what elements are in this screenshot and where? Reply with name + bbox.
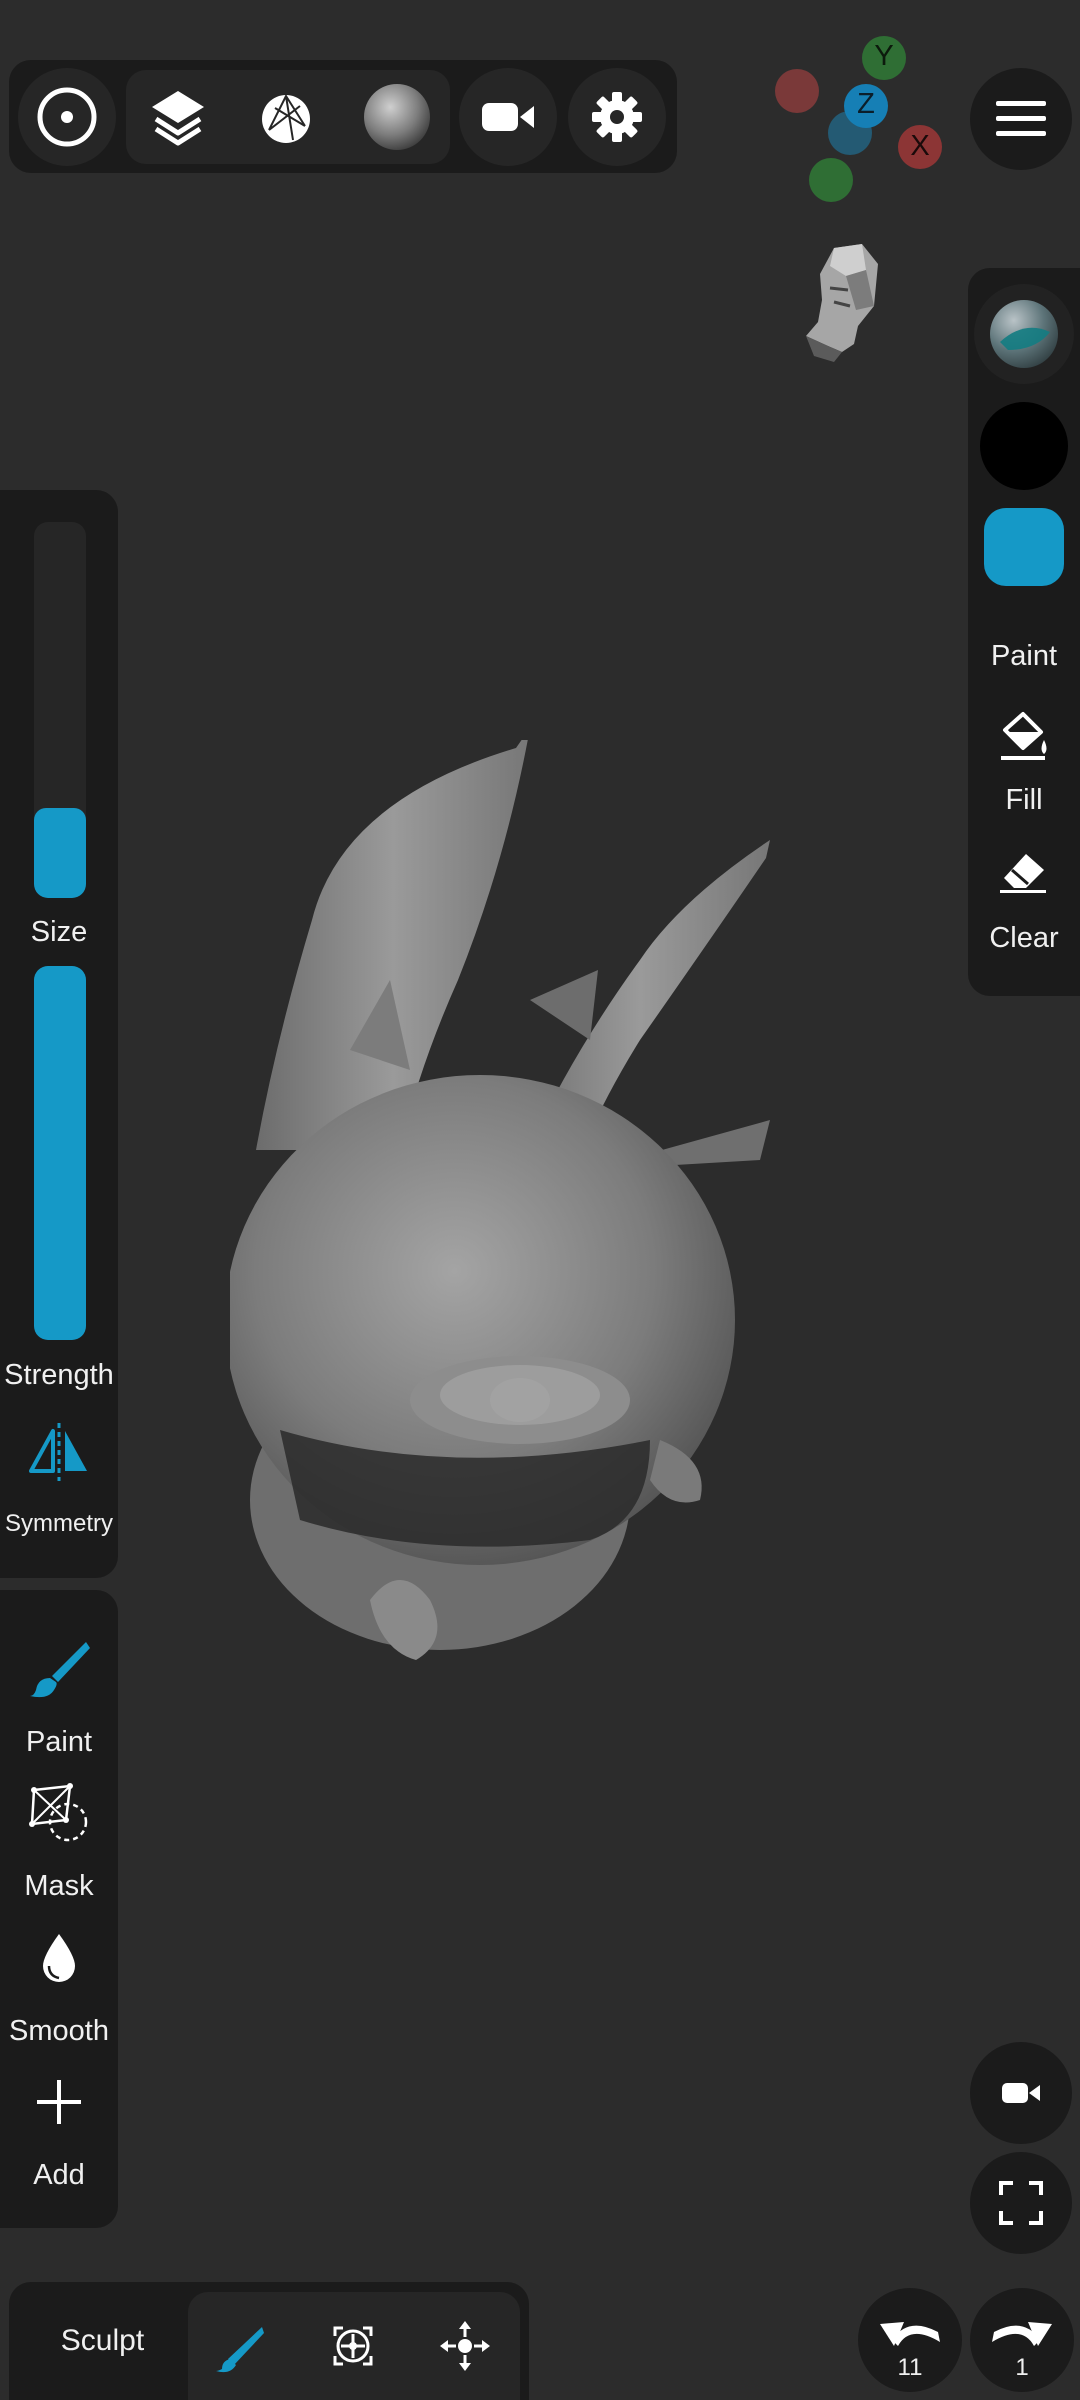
- paint-tool-label: Paint: [25, 1726, 93, 1758]
- undo-count: 11: [897, 2354, 923, 2381]
- brush-icon: [30, 1642, 90, 1698]
- material-button[interactable]: [350, 70, 444, 164]
- eraser-icon: [1000, 854, 1046, 893]
- mask-tool-label: Mask: [24, 1870, 94, 1902]
- clear-label: Clear: [989, 922, 1059, 954]
- move-arrows-icon: [440, 2321, 490, 2371]
- settings-button[interactable]: [568, 68, 666, 166]
- matcap-sphere-icon: [990, 300, 1058, 368]
- strength-slider-fill: [34, 966, 86, 1340]
- strength-label: Strength: [4, 1359, 114, 1391]
- redo-count: 1: [1015, 2354, 1029, 2381]
- menu-button[interactable]: [970, 68, 1072, 170]
- gizmo-z-label: Z: [857, 88, 875, 120]
- mask-tool-button[interactable]: [18, 1780, 100, 1846]
- add-tool-button[interactable]: [18, 2070, 100, 2134]
- redo-icon: [992, 2322, 1052, 2346]
- undo-button[interactable]: 11: [858, 2288, 962, 2392]
- plus-icon: [37, 2080, 81, 2124]
- gizmo-neg-y: [809, 158, 853, 202]
- target-icon: [37, 87, 97, 147]
- viewport-camera-button[interactable]: [970, 2042, 1072, 2144]
- gizmo-neg-x: [775, 69, 819, 113]
- camera-button[interactable]: [459, 68, 557, 166]
- topology-icon: [262, 93, 310, 143]
- material-sphere-icon: [364, 84, 430, 150]
- size-slider[interactable]: [34, 522, 86, 898]
- transform-gizmo-icon: [333, 2326, 373, 2366]
- strength-slider[interactable]: [34, 966, 86, 1340]
- redo-button[interactable]: 1: [970, 2288, 1074, 2392]
- mode-label[interactable]: Sculpt: [30, 2324, 175, 2358]
- smooth-tool-button[interactable]: [18, 1926, 100, 1990]
- camera-icon: [1002, 2083, 1040, 2103]
- right-paint-label[interactable]: Paint: [968, 640, 1080, 673]
- droplet-icon: [43, 1934, 75, 1982]
- undo-icon: [880, 2322, 940, 2346]
- layers-button[interactable]: [132, 70, 224, 164]
- size-label: Size: [30, 916, 88, 948]
- camera-icon: [482, 103, 534, 131]
- paint-tool-button[interactable]: [18, 1636, 100, 1700]
- color-swatch-accent[interactable]: [984, 508, 1064, 586]
- move-mode-button[interactable]: [420, 2300, 510, 2392]
- hamburger-icon: [996, 101, 1046, 136]
- fullscreen-icon: [999, 2181, 1043, 2225]
- gear-icon: [592, 92, 642, 142]
- layers-icon: [152, 91, 204, 146]
- color-swatch-black[interactable]: [980, 402, 1068, 490]
- clear-button[interactable]: [968, 842, 1080, 900]
- add-tool-label: Add: [33, 2159, 85, 2191]
- size-slider-fill: [34, 807, 86, 898]
- matcap-button[interactable]: [974, 284, 1074, 384]
- brush-mode-button[interactable]: [198, 2300, 288, 2392]
- mask-icon: [29, 1783, 88, 1842]
- target-button[interactable]: [18, 68, 116, 166]
- head-orientation-thumbnail[interactable]: [790, 240, 890, 365]
- topology-button[interactable]: [240, 70, 332, 164]
- paint-bucket-icon: [1001, 712, 1047, 760]
- fill-label: Fill: [1005, 784, 1043, 816]
- symmetry-icon: [29, 1423, 87, 1481]
- smooth-tool-label: Smooth: [9, 2015, 109, 2047]
- gizmo-mode-button[interactable]: [308, 2300, 398, 2392]
- symmetry-button[interactable]: [18, 1420, 100, 1484]
- gizmo-y-label: Y: [874, 40, 894, 72]
- sculpt-model[interactable]: [230, 740, 890, 1720]
- brush-icon: [216, 2327, 264, 2373]
- fullscreen-button[interactable]: [970, 2152, 1072, 2254]
- symmetry-label: Symmetry: [5, 1510, 113, 1537]
- fill-button[interactable]: [968, 702, 1080, 768]
- gizmo-x-label: X: [910, 130, 930, 162]
